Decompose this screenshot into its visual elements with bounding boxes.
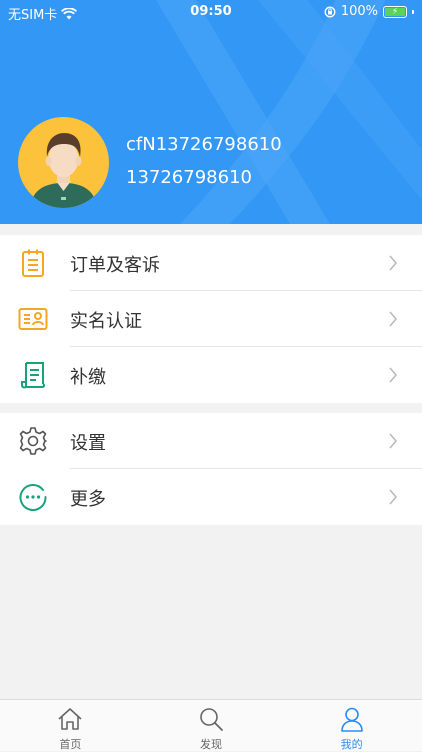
menu-item-label: 补缴 <box>70 367 106 388</box>
tab-mine[interactable]: 我的 <box>281 700 422 751</box>
chevron-right-icon <box>389 367 398 383</box>
profile-header: 无SIM卡 09:50 100% ⚡ cfN13726798610 137267… <box>0 0 422 224</box>
phone-number: 13726798610 <box>126 167 252 188</box>
tab-bar: 首页 发现 我的 <box>0 699 422 751</box>
clipboard-icon <box>22 249 44 277</box>
menu-item-back-payment[interactable]: 补缴 <box>0 347 422 403</box>
menu-item-label: 设置 <box>70 433 106 454</box>
menu-item-more[interactable]: 更多 <box>0 469 422 525</box>
menu-item-real-name-verification[interactable]: 实名认证 <box>0 291 422 347</box>
tab-home[interactable]: 首页 <box>0 700 141 751</box>
menu-item-label: 订单及客诉 <box>70 255 160 276</box>
more-circle-icon <box>19 484 47 512</box>
receipt-icon <box>21 362 46 389</box>
gear-icon <box>19 427 47 455</box>
avatar-person-icon <box>30 133 97 208</box>
search-icon <box>200 708 223 731</box>
person-icon <box>340 707 363 732</box>
menu-group-settings: 设置 更多 <box>0 413 422 525</box>
menu-item-settings[interactable]: 设置 <box>0 413 422 469</box>
chevron-right-icon <box>389 255 398 271</box>
id-card-icon <box>18 308 48 330</box>
battery-percent: 100% <box>340 4 378 19</box>
menu-item-orders-complaints[interactable]: 订单及客诉 <box>0 235 422 291</box>
chevron-right-icon <box>389 489 398 505</box>
tab-discover[interactable]: 发现 <box>141 700 282 751</box>
status-bar: 无SIM卡 09:50 100% ⚡ <box>0 0 422 24</box>
username: cfN13726798610 <box>126 134 282 155</box>
chevron-right-icon <box>389 433 398 449</box>
orientation-lock-icon <box>324 6 336 17</box>
battery-icon: ⚡ <box>383 5 407 18</box>
menu-item-label: 实名认证 <box>70 311 142 332</box>
home-icon <box>58 708 82 730</box>
avatar[interactable] <box>18 117 109 208</box>
chevron-right-icon <box>389 311 398 327</box>
menu-group-account: 订单及客诉 实名认证 补缴 <box>0 235 422 403</box>
menu-item-label: 更多 <box>70 489 106 510</box>
